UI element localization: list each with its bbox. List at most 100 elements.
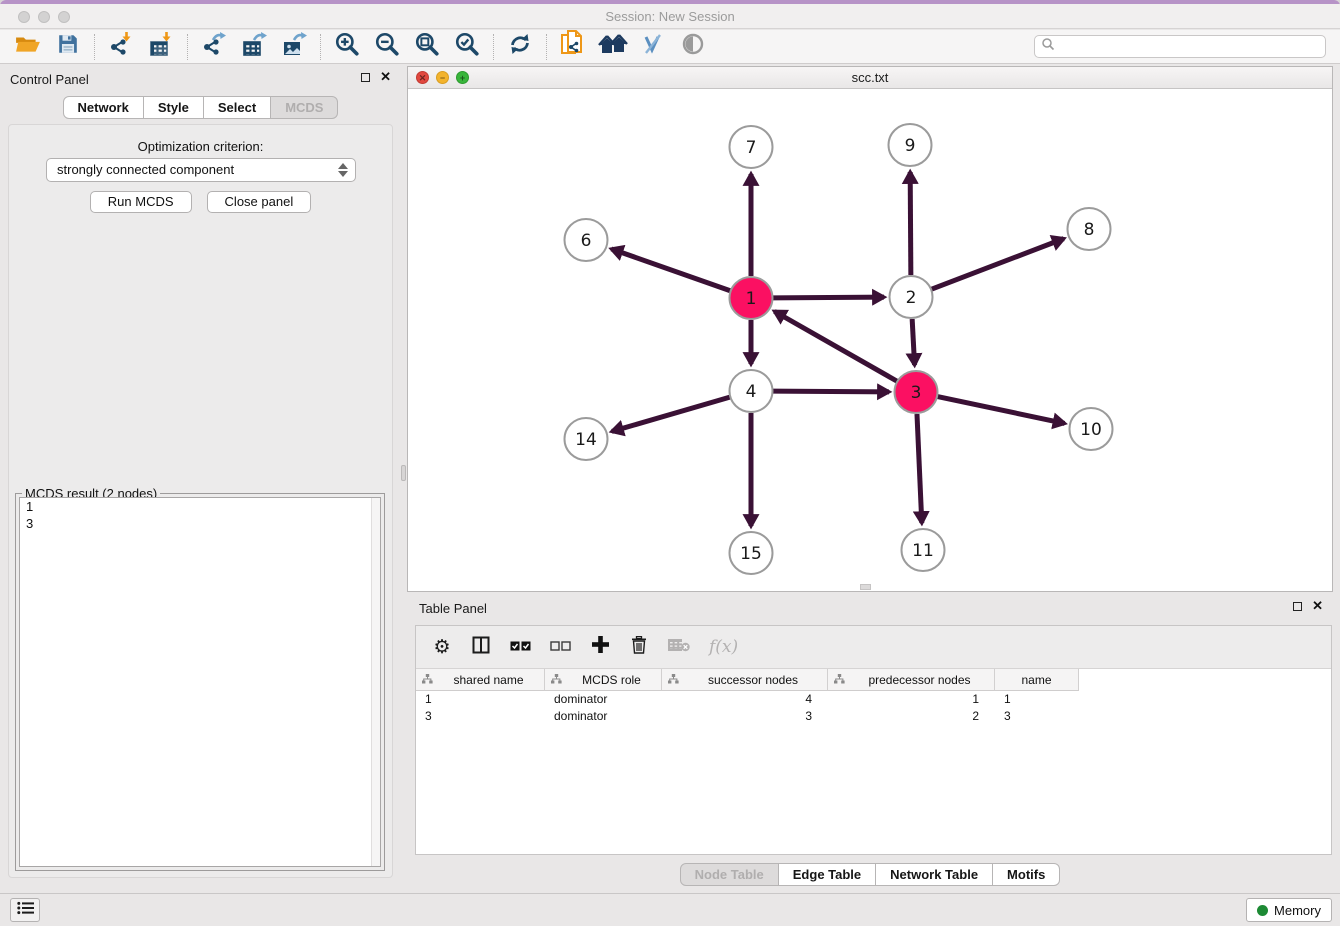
node-14[interactable]: 14	[565, 418, 608, 460]
houses-icon	[598, 32, 628, 61]
add-column-button[interactable]	[590, 636, 610, 658]
close-window-button[interactable]	[18, 11, 30, 23]
network-resize-handle[interactable]	[860, 584, 871, 590]
optimization-criterion-select[interactable]: strongly connected component	[46, 158, 356, 182]
clone-network-button[interactable]	[553, 32, 593, 62]
tab-motifs[interactable]: Motifs	[993, 863, 1060, 886]
level-of-detail-button[interactable]	[673, 32, 713, 62]
task-history-button[interactable]	[10, 898, 40, 922]
tab-edge-table[interactable]: Edge Table	[779, 863, 876, 886]
splitter-thumb[interactable]	[401, 465, 406, 481]
close-panel-icon[interactable]: ✕	[1312, 600, 1323, 612]
node-7[interactable]: 7	[730, 126, 773, 168]
edge-2-3[interactable]	[912, 319, 914, 365]
node-4[interactable]: 4	[730, 370, 773, 412]
select-stepper-icon	[337, 162, 349, 178]
float-panel-icon[interactable]	[1293, 602, 1302, 611]
select-all-columns-button[interactable]	[510, 638, 531, 656]
node-6[interactable]: 6	[565, 219, 608, 261]
node-9[interactable]: 9	[889, 124, 932, 166]
maximize-window-button[interactable]	[58, 11, 70, 23]
edge-1-2[interactable]	[773, 297, 884, 298]
network-window-titlebar[interactable]: ✕ − + scc.txt	[408, 67, 1332, 89]
control-panel-title: Control Panel	[10, 72, 89, 87]
import-network-button[interactable]	[101, 32, 141, 62]
result-scrollbar[interactable]	[371, 498, 380, 866]
edge-1-6[interactable]	[611, 249, 730, 291]
node-2[interactable]: 2	[890, 276, 933, 318]
table-row[interactable]: 3dominator323	[416, 708, 1331, 725]
network-minimize-button[interactable]: −	[436, 71, 449, 84]
save-session-button[interactable]	[48, 32, 88, 62]
delete-table-button[interactable]	[668, 638, 690, 657]
table-cell: dominator	[545, 691, 662, 708]
close-panel-button[interactable]: Close panel	[207, 191, 312, 213]
node-15[interactable]: 15	[730, 532, 773, 574]
export-image-button[interactable]	[274, 32, 314, 62]
network-close-button[interactable]: ✕	[416, 71, 429, 84]
table-cell: 3	[995, 708, 1079, 725]
tab-node-table[interactable]: Node Table	[680, 863, 779, 886]
export-table-button[interactable]	[234, 32, 274, 62]
network-zoom-button[interactable]: +	[456, 71, 469, 84]
table-options-button[interactable]: ⚙	[432, 637, 452, 657]
zoom-in-button[interactable]	[327, 32, 367, 62]
memory-button[interactable]: Memory	[1246, 898, 1332, 922]
show-column-button[interactable]	[471, 636, 491, 659]
column-header-shared-name[interactable]: shared name	[416, 669, 545, 691]
zoom-selected-icon	[454, 31, 480, 62]
tab-style[interactable]: Style	[144, 96, 204, 119]
table-row[interactable]: 1dominator411	[416, 691, 1331, 708]
close-panel-icon[interactable]: ✕	[380, 71, 391, 83]
edge-2-8[interactable]	[932, 239, 1064, 290]
export-network-button[interactable]	[194, 32, 234, 62]
float-panel-icon[interactable]	[361, 73, 370, 82]
column-header-predecessor-nodes[interactable]: predecessor nodes	[828, 669, 995, 691]
mcds-result-text[interactable]: 13	[19, 497, 381, 867]
unselect-all-columns-button[interactable]	[550, 638, 571, 656]
node-10[interactable]: 10	[1070, 408, 1113, 450]
node-1[interactable]: 1	[730, 277, 773, 319]
zoom-out-button[interactable]	[367, 32, 407, 62]
edge-4-14[interactable]	[612, 397, 730, 431]
node-11[interactable]: 11	[902, 529, 945, 571]
open-session-button[interactable]	[8, 32, 48, 62]
network-window-title: scc.txt	[408, 67, 1332, 88]
minimize-window-button[interactable]	[38, 11, 50, 23]
export-network-icon	[201, 31, 227, 62]
tab-mcds[interactable]: MCDS	[271, 96, 338, 119]
edge-4-3[interactable]	[773, 391, 889, 392]
delete-column-button[interactable]	[629, 636, 649, 659]
search-input[interactable]	[1055, 40, 1325, 54]
svg-text:7: 7	[746, 138, 757, 158]
edge-2-9[interactable]	[910, 172, 911, 275]
edge-3-11[interactable]	[917, 414, 922, 523]
table-cell: 4	[662, 691, 828, 708]
gear-icon: ⚙	[433, 637, 450, 657]
node-table-container: ⚙ f(x) shared nameMCDS rolesuccessor nod…	[415, 625, 1332, 855]
zoom-fit-button[interactable]	[407, 32, 447, 62]
edge-3-1[interactable]	[774, 311, 896, 381]
column-header-MCDS-role[interactable]: MCDS role	[545, 669, 662, 691]
edge-3-10[interactable]	[938, 397, 1065, 424]
function-builder-button[interactable]: f(x)	[709, 637, 738, 657]
tab-network-table[interactable]: Network Table	[876, 863, 993, 886]
network-canvas[interactable]: 7 9 6 8 1 2 4 3 14 10 15 11	[408, 89, 1332, 591]
first-neighbors-button[interactable]	[593, 32, 633, 62]
hierarchy-sort-icon	[834, 673, 845, 687]
trash-icon	[631, 636, 647, 659]
zoom-selected-button[interactable]	[447, 32, 487, 62]
column-header-name[interactable]: name	[995, 669, 1079, 691]
column-header-label: name	[995, 673, 1078, 687]
tab-select[interactable]: Select	[204, 96, 271, 119]
node-8[interactable]: 8	[1068, 208, 1111, 250]
node-3[interactable]: 3	[895, 371, 938, 413]
column-header-successor-nodes[interactable]: successor nodes	[662, 669, 828, 691]
run-mcds-button[interactable]: Run MCDS	[90, 191, 192, 213]
main-toolbar	[0, 30, 1340, 64]
show-hide-graphics-button[interactable]	[633, 32, 673, 62]
search-box[interactable]	[1034, 35, 1326, 58]
import-table-button[interactable]	[141, 32, 181, 62]
apply-layout-button[interactable]	[500, 32, 540, 62]
tab-network[interactable]: Network	[63, 96, 144, 119]
